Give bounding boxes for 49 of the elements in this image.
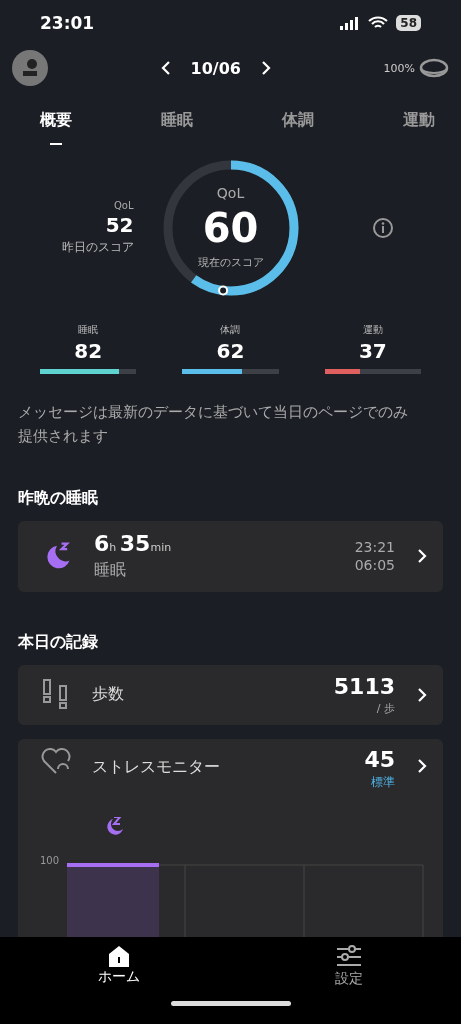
stress-label: ストレスモニター — [92, 757, 221, 778]
ring-icon — [419, 58, 449, 79]
section-title: 本日の記録 — [18, 631, 99, 653]
stress-value: 45 — [364, 747, 395, 772]
info-icon[interactable] — [372, 216, 395, 239]
sleep-duration: 6h 35min — [94, 531, 173, 557]
home-icon — [106, 944, 131, 968]
wifi-icon — [368, 15, 389, 30]
stress-status: 標準 — [371, 774, 395, 791]
subscore-label: 体調 — [220, 322, 241, 337]
subscore-label: 運動 — [362, 322, 383, 337]
tab[interactable]: 概要 — [40, 103, 72, 147]
status-time: 23:01 — [40, 12, 95, 33]
avatar-icon[interactable] — [12, 50, 48, 87]
ring-battery-label: 100% — [383, 61, 415, 75]
info-message: メッセージは最新のデータに基づいて当日のページでのみ提供されます — [18, 401, 409, 447]
steps-unit: / 歩 — [376, 700, 395, 716]
section-title: 昨晩の睡眠 — [18, 487, 99, 509]
tab[interactable]: 運動 — [403, 103, 435, 147]
steps-label: 歩数 — [92, 684, 125, 706]
yesterday-score: 52 — [105, 212, 134, 237]
next-icon[interactable] — [415, 757, 429, 775]
subscore-label: 睡眠 — [78, 322, 99, 337]
current-score: 60 — [202, 205, 259, 252]
signal-icon — [340, 15, 361, 30]
subscore-value: 82 — [74, 338, 103, 363]
tab[interactable]: 体調 — [282, 103, 314, 147]
wake-time: 06:05 — [354, 557, 395, 574]
stress-card[interactable]: ストレスモニター 45 標準 100 — [18, 739, 443, 937]
steps-card[interactable]: 歩数 5113 / 歩 — [18, 664, 443, 725]
yesterday-marker — [217, 285, 228, 296]
yesterday-caption: 昨日のスコア — [61, 238, 134, 256]
steps-value: 5113 — [333, 673, 395, 699]
heart-gauge-icon — [40, 747, 72, 775]
tab[interactable]: 睡眠 — [161, 103, 193, 147]
sleep-label: 睡眠 — [94, 560, 127, 582]
subscore-value: 62 — [216, 338, 245, 363]
ring-label: QoL — [216, 185, 245, 202]
ring-caption: 現在のスコア — [197, 255, 264, 271]
nav-tab[interactable]: 設定 — [329, 943, 370, 989]
next-icon[interactable] — [415, 685, 429, 704]
bedtime: 23:21 — [354, 539, 395, 556]
subscore-value: 37 — [358, 338, 387, 363]
battery-level: 58 — [396, 14, 421, 31]
sleep-card[interactable]: 6h 35min 睡眠 23:21 06:05 — [18, 520, 443, 592]
nav-tab[interactable]: ホーム — [91, 943, 146, 989]
yesterday-label: QoL — [113, 199, 134, 211]
axis-tick-label: 100 — [40, 855, 60, 868]
date-label: 10/06 — [190, 58, 241, 78]
